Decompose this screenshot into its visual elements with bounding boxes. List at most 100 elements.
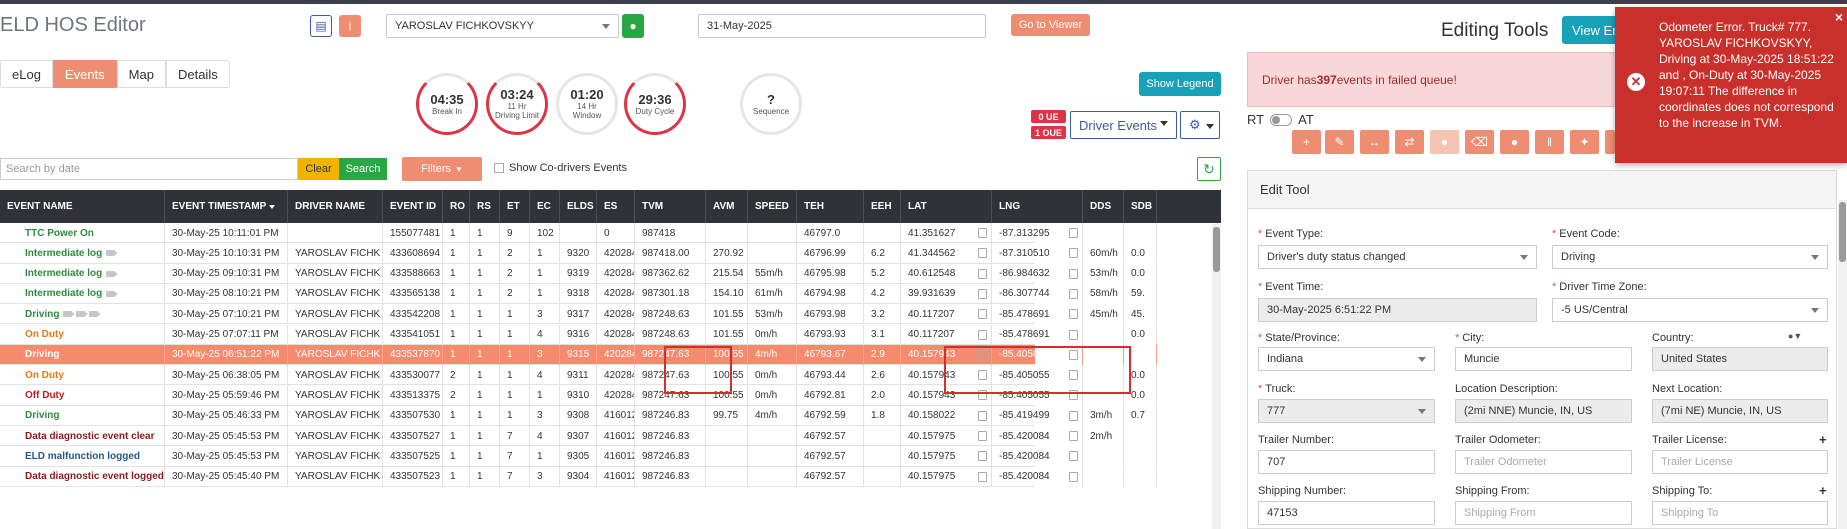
clear-button[interactable]: Clear xyxy=(298,158,339,180)
trash-icon[interactable]: ⌫ xyxy=(1465,130,1494,154)
truck-select[interactable]: 777 xyxy=(1258,399,1435,423)
state-select[interactable]: Indiana xyxy=(1258,347,1435,371)
table-row[interactable]: TTC Power On 30-May-25 10:11:01 PM 1550774… xyxy=(0,223,1157,244)
copy-icon[interactable] xyxy=(1069,451,1078,462)
copy-icon[interactable] xyxy=(978,288,987,299)
close-icon[interactable]: × xyxy=(1835,9,1843,25)
tab-details[interactable]: Details xyxy=(165,60,230,88)
swap-icon[interactable]: ⇄ xyxy=(1395,130,1424,154)
table-row[interactable]: On Duty 30-May-25 06:38:05 PM YAROSLAV FIC… xyxy=(0,365,1157,386)
scrollbar-thumb[interactable] xyxy=(1839,202,1846,262)
trailer-number-field[interactable]: 707 xyxy=(1258,450,1435,474)
scrollbar-thumb[interactable] xyxy=(1213,227,1220,272)
more-tools-icon[interactable] xyxy=(1605,130,1615,154)
show-legend-button[interactable]: Show Legend xyxy=(1139,72,1221,96)
table-row[interactable]: On Duty 30-May-25 07:07:11 PM YAROSLAV FIC… xyxy=(0,324,1157,345)
table-row[interactable]: Intermediate log 30-May-25 10:10:31 PM YAR… xyxy=(0,243,1157,264)
column-header[interactable]: RS xyxy=(470,190,500,223)
copy-icon[interactable] xyxy=(978,248,987,259)
event-code-select[interactable]: Driving xyxy=(1552,245,1828,269)
resize-icon[interactable]: ↔ xyxy=(1360,130,1389,154)
country-field[interactable]: United States xyxy=(1652,347,1828,371)
magic-icon[interactable]: ✦ xyxy=(1570,130,1599,154)
column-header[interactable]: DDS xyxy=(1083,190,1124,223)
next-location-field[interactable]: (7mi NE) Muncie, IN, US xyxy=(1652,399,1828,423)
ue-badge[interactable]: 0 UE xyxy=(1031,110,1066,123)
copy-icon[interactable] xyxy=(1069,431,1078,441)
checkbox[interactable] xyxy=(494,163,504,173)
tab-map[interactable]: Map xyxy=(116,60,166,88)
column-header[interactable]: EC xyxy=(530,190,560,223)
copy-icon[interactable] xyxy=(978,228,987,238)
camera-icon[interactable] xyxy=(89,311,102,318)
filters-button[interactable]: Filters ▼ xyxy=(402,157,482,181)
column-header[interactable]: AVM xyxy=(706,190,748,223)
camera-icon[interactable] xyxy=(106,250,119,257)
timezone-select[interactable]: -5 US/Central xyxy=(1552,298,1828,322)
copy-icon[interactable] xyxy=(1069,329,1078,340)
column-header[interactable]: EVENT TIMESTAMP xyxy=(165,190,288,223)
add-shipping-icon[interactable]: + xyxy=(1819,483,1827,498)
table-row[interactable]: Data diagnostic event logged 30-May-25 05… xyxy=(0,466,1157,487)
add-icon[interactable]: + xyxy=(1292,130,1321,154)
sort-desc-icon[interactable] xyxy=(269,204,276,209)
table-row[interactable]: Off Duty 30-May-25 05:59:46 PM YAROSLAV FI… xyxy=(0,385,1157,406)
table-row[interactable]: Data diagnostic event clear 30-May-25 05:… xyxy=(0,426,1157,447)
table-row[interactable]: Driving 30-May-25 05:46:33 PM YAROSLAV FIC… xyxy=(0,405,1157,426)
tab-events[interactable]: Events xyxy=(52,60,117,88)
driver-events-select[interactable]: Driver Events xyxy=(1070,111,1177,139)
table-scrollbar[interactable] xyxy=(1212,224,1221,529)
event-time-field[interactable]: 30-May-2025 6:51:22 PM xyxy=(1258,298,1537,322)
oue-badge[interactable]: 1 OUE xyxy=(1031,126,1066,139)
copy-icon[interactable] xyxy=(1069,288,1078,299)
info-icon[interactable]: i xyxy=(339,15,361,37)
event-type-select[interactable]: Driver's duty status changed xyxy=(1258,245,1537,269)
copy-icon[interactable] xyxy=(978,329,987,340)
panel-scrollbar[interactable] xyxy=(1838,200,1847,529)
column-header[interactable]: TVM xyxy=(635,190,706,223)
copy-icon[interactable] xyxy=(1069,268,1078,279)
copy-icon[interactable] xyxy=(1069,471,1078,482)
column-header[interactable]: EVENT ID xyxy=(383,190,443,223)
shipping-from-field[interactable]: Shipping From xyxy=(1455,501,1632,525)
refresh-icon[interactable]: ↻ xyxy=(1197,157,1221,181)
table-row[interactable]: Driving 30-May-25 06:51:22 PM YAROSLAV FIC… xyxy=(0,344,1157,366)
copy-icon[interactable] xyxy=(1069,309,1078,320)
user-icon[interactable]: ● xyxy=(622,14,644,38)
column-header[interactable]: RO xyxy=(443,190,470,223)
shipping-to-field[interactable]: Shipping To xyxy=(1652,501,1828,525)
go-to-viewer-button[interactable]: Go to Viewer xyxy=(1011,14,1090,36)
camera-icon[interactable] xyxy=(106,290,119,297)
copy-icon[interactable] xyxy=(1069,410,1078,421)
settings-dropdown[interactable]: ⚙ xyxy=(1180,111,1220,139)
column-header[interactable]: ELDS xyxy=(560,190,597,223)
rt-at-toggle[interactable]: RT AT xyxy=(1247,112,1314,127)
driver-select[interactable]: YAROSLAV FICHKOVSKYY xyxy=(386,14,619,38)
column-header[interactable]: TEH xyxy=(797,190,864,223)
copy-icon[interactable] xyxy=(978,410,987,421)
camera-icon[interactable] xyxy=(106,270,119,277)
search-input[interactable]: Search by date xyxy=(0,158,298,180)
trailer-license-field[interactable]: Trailer License xyxy=(1652,450,1828,474)
trailer-odometer-field[interactable]: Trailer Odometer xyxy=(1455,450,1632,474)
add-trailer-icon[interactable]: + xyxy=(1819,432,1827,447)
column-header[interactable]: LAT xyxy=(901,190,992,223)
copy-icon[interactable] xyxy=(978,471,987,482)
table-row[interactable]: ELD malfunction logged 30-May-25 05:45:53… xyxy=(0,446,1157,467)
location-pin-icon[interactable]: ●▼ xyxy=(1788,331,1802,341)
user-icon[interactable]: ● xyxy=(1430,130,1459,154)
copy-icon[interactable] xyxy=(1069,248,1078,259)
pencil-icon[interactable]: ✎ xyxy=(1325,130,1354,154)
copy-icon[interactable] xyxy=(1069,228,1078,238)
column-header[interactable]: EEH xyxy=(864,190,901,223)
copy-icon[interactable] xyxy=(978,268,987,279)
copy-icon[interactable] xyxy=(978,431,987,441)
date-input[interactable]: 31-May-2025 xyxy=(698,14,986,38)
copy-icon[interactable] xyxy=(978,451,987,462)
column-header[interactable]: SDB xyxy=(1124,190,1157,223)
table-row[interactable]: Driving 30-May-25 07:10:21 PM YAROSLAV FIC… xyxy=(0,304,1157,325)
column-header[interactable]: ES xyxy=(597,190,635,223)
table-row[interactable]: Intermediate log 30-May-25 08:10:21 PM YAR… xyxy=(0,283,1157,305)
camera-icon[interactable] xyxy=(63,311,76,318)
columns-icon[interactable]: ‖ xyxy=(1535,130,1564,154)
